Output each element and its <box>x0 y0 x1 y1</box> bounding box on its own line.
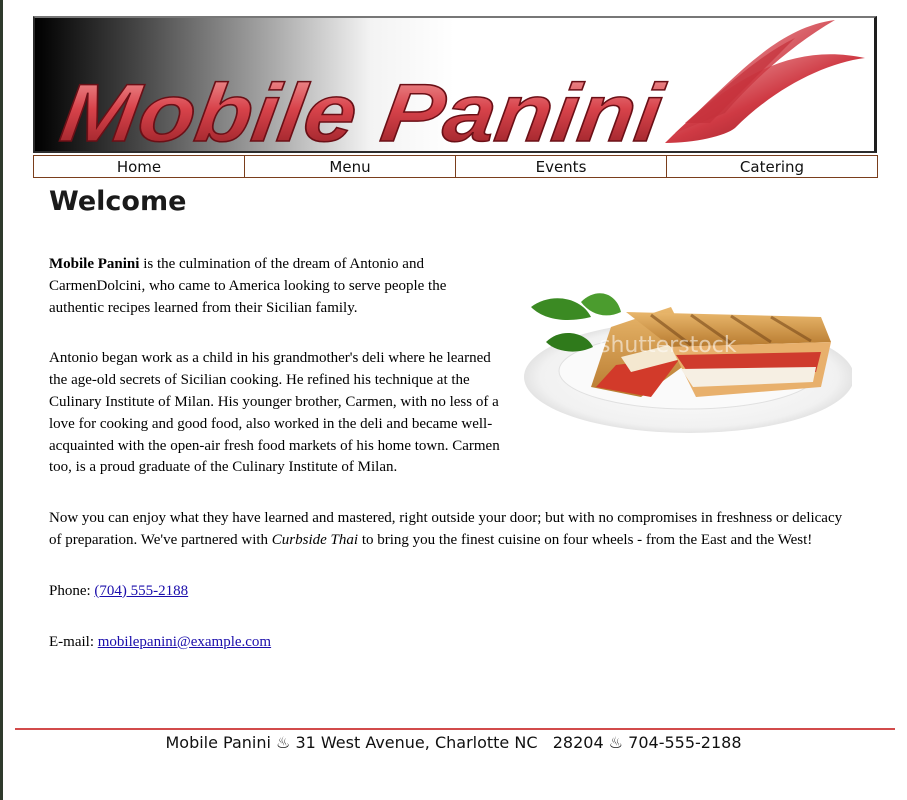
intro-paragraph: Mobile Panini is the culmination of the … <box>49 254 479 319</box>
nav-menu[interactable]: Menu <box>245 156 456 177</box>
email-line: E-mail: mobilepanini@example.com <box>49 632 849 654</box>
swoosh-icon <box>665 20 865 143</box>
page-left-edge <box>0 0 3 800</box>
nav-events[interactable]: Events <box>456 156 667 177</box>
logo-text: Mobile Panini <box>55 67 670 153</box>
footer-address: Mobile Panini ♨ 31 West Avenue, Charlott… <box>165 733 742 752</box>
partner-text-after: to bring you the finest cuisine on four … <box>358 531 813 548</box>
brand-name: Mobile Panini <box>49 256 140 272</box>
footer-divider <box>15 728 895 730</box>
history-paragraph: Antonio began work as a child in his gra… <box>49 350 500 476</box>
phone-link[interactable]: (704) 555-2188 <box>94 583 188 599</box>
nav-home[interactable]: Home <box>34 156 245 177</box>
partner-name: Curbside Thai <box>271 531 359 548</box>
page-title: Welcome <box>49 186 187 217</box>
main-content: Mobile Panini is the culmination of the … <box>49 254 849 653</box>
header-banner: Mobile Panini <box>33 16 877 153</box>
email-label: E-mail: <box>49 633 98 650</box>
banner-graphic: Mobile Panini <box>54 20 865 153</box>
email-link[interactable]: mobilepanini@example.com <box>98 634 271 650</box>
partner-paragraph: Now you can enjoy what they have learned… <box>49 508 849 552</box>
nav-catering[interactable]: Catering <box>667 156 877 177</box>
phone-line: Phone: (704) 555-2188 <box>49 581 849 603</box>
phone-label: Phone: <box>49 582 95 599</box>
main-nav: Home Menu Events Catering <box>33 155 878 178</box>
